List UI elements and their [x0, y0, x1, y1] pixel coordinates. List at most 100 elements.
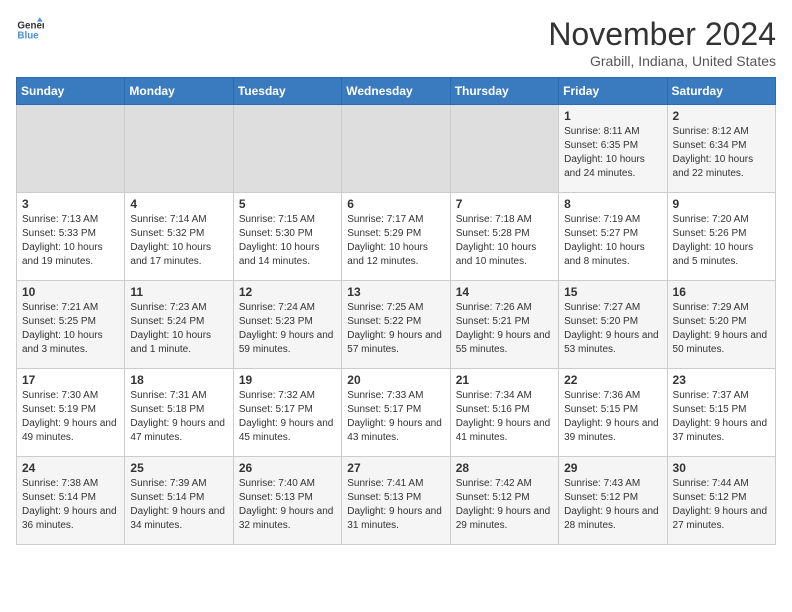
- calendar-week-3: 17 Sunrise: 7:30 AM Sunset: 5:19 PM Dayli…: [17, 369, 776, 457]
- day-info: Sunrise: 7:23 AM Sunset: 5:24 PM Dayligh…: [130, 301, 227, 357]
- calendar-cell: 14 Sunrise: 7:26 AM Sunset: 5:21 PM Dayli…: [450, 281, 558, 369]
- calendar-cell: 20 Sunrise: 7:33 AM Sunset: 5:17 PM Dayli…: [342, 369, 450, 457]
- day-info: Sunrise: 7:26 AM Sunset: 5:21 PM Dayligh…: [456, 301, 553, 357]
- day-number: 27: [347, 461, 444, 475]
- calendar-cell: 16Sunrise: 7:29 AM Sunset: 5:20 PM Dayli…: [667, 281, 775, 369]
- calendar-cell: 29 Sunrise: 7:43 AM Sunset: 5:12 PM Dayli…: [559, 457, 667, 545]
- day-info: Sunrise: 7:24 AM Sunset: 5:23 PM Dayligh…: [239, 301, 336, 357]
- day-number: 11: [130, 285, 227, 299]
- day-info: Sunrise: 7:41 AM Sunset: 5:13 PM Dayligh…: [347, 477, 444, 533]
- calendar-cell: 6 Sunrise: 7:17 AM Sunset: 5:29 PM Daylig…: [342, 193, 450, 281]
- day-info: Sunrise: 7:29 AM Sunset: 5:20 PM Dayligh…: [673, 301, 770, 357]
- day-info: Sunrise: 7:14 AM Sunset: 5:32 PM Dayligh…: [130, 213, 227, 269]
- calendar-cell: 13 Sunrise: 7:25 AM Sunset: 5:22 PM Dayli…: [342, 281, 450, 369]
- day-number: 8: [564, 197, 661, 211]
- calendar-cell: 3Sunrise: 7:13 AM Sunset: 5:33 PM Daylig…: [17, 193, 125, 281]
- calendar-cell: 21 Sunrise: 7:34 AM Sunset: 5:16 PM Dayli…: [450, 369, 558, 457]
- header-friday: Friday: [559, 78, 667, 105]
- day-number: 14: [456, 285, 553, 299]
- day-info: Sunrise: 7:33 AM Sunset: 5:17 PM Dayligh…: [347, 389, 444, 445]
- calendar-week-0: 1Sunrise: 8:11 AM Sunset: 6:35 PM Daylig…: [17, 105, 776, 193]
- day-info: Sunrise: 7:36 AM Sunset: 5:15 PM Dayligh…: [564, 389, 661, 445]
- calendar-subtitle: Grabill, Indiana, United States: [548, 53, 776, 69]
- day-info: Sunrise: 7:25 AM Sunset: 5:22 PM Dayligh…: [347, 301, 444, 357]
- day-number: 5: [239, 197, 336, 211]
- calendar-cell: 15 Sunrise: 7:27 AM Sunset: 5:20 PM Dayli…: [559, 281, 667, 369]
- day-info: Sunrise: 7:31 AM Sunset: 5:18 PM Dayligh…: [130, 389, 227, 445]
- header-saturday: Saturday: [667, 78, 775, 105]
- calendar-week-2: 10 Sunrise: 7:21 AM Sunset: 5:25 PM Dayli…: [17, 281, 776, 369]
- day-number: 13: [347, 285, 444, 299]
- day-info: Sunrise: 7:30 AM Sunset: 5:19 PM Dayligh…: [22, 389, 119, 445]
- day-number: 22: [564, 373, 661, 387]
- day-info: Sunrise: 7:40 AM Sunset: 5:13 PM Dayligh…: [239, 477, 336, 533]
- day-number: 21: [456, 373, 553, 387]
- calendar-cell: [125, 105, 233, 193]
- day-info: Sunrise: 7:39 AM Sunset: 5:14 PM Dayligh…: [130, 477, 227, 533]
- calendar-cell: 23 Sunrise: 7:37 AM Sunset: 5:15 PM Dayli…: [667, 369, 775, 457]
- calendar-cell: [233, 105, 341, 193]
- day-info: Sunrise: 7:20 AM Sunset: 5:26 PM Dayligh…: [673, 213, 770, 269]
- day-info: Sunrise: 7:38 AM Sunset: 5:14 PM Dayligh…: [22, 477, 119, 533]
- day-number: 26: [239, 461, 336, 475]
- logo-icon: General Blue: [16, 16, 44, 44]
- calendar-week-1: 3Sunrise: 7:13 AM Sunset: 5:33 PM Daylig…: [17, 193, 776, 281]
- day-info: Sunrise: 7:34 AM Sunset: 5:16 PM Dayligh…: [456, 389, 553, 445]
- day-info: Sunrise: 8:11 AM Sunset: 6:35 PM Dayligh…: [564, 125, 661, 181]
- calendar-table: Sunday Monday Tuesday Wednesday Thursday…: [16, 77, 776, 545]
- header-wednesday: Wednesday: [342, 78, 450, 105]
- day-info: Sunrise: 7:42 AM Sunset: 5:12 PM Dayligh…: [456, 477, 553, 533]
- weekday-header-row: Sunday Monday Tuesday Wednesday Thursday…: [17, 78, 776, 105]
- calendar-cell: [17, 105, 125, 193]
- day-info: Sunrise: 7:27 AM Sunset: 5:20 PM Dayligh…: [564, 301, 661, 357]
- header-sunday: Sunday: [17, 78, 125, 105]
- day-number: 12: [239, 285, 336, 299]
- svg-text:Blue: Blue: [17, 30, 39, 41]
- day-number: 18: [130, 373, 227, 387]
- day-info: Sunrise: 7:43 AM Sunset: 5:12 PM Dayligh…: [564, 477, 661, 533]
- calendar-cell: 12 Sunrise: 7:24 AM Sunset: 5:23 PM Dayli…: [233, 281, 341, 369]
- calendar-cell: 30 Sunrise: 7:44 AM Sunset: 5:12 PM Dayli…: [667, 457, 775, 545]
- day-number: 10: [22, 285, 119, 299]
- day-info: Sunrise: 7:15 AM Sunset: 5:30 PM Dayligh…: [239, 213, 336, 269]
- calendar-cell: 9 Sunrise: 7:20 AM Sunset: 5:26 PM Daylig…: [667, 193, 775, 281]
- calendar-cell: 22 Sunrise: 7:36 AM Sunset: 5:15 PM Dayli…: [559, 369, 667, 457]
- title-area: November 2024 Grabill, Indiana, United S…: [548, 16, 776, 69]
- calendar-title: November 2024: [548, 16, 776, 53]
- day-number: 7: [456, 197, 553, 211]
- day-info: Sunrise: 7:17 AM Sunset: 5:29 PM Dayligh…: [347, 213, 444, 269]
- header-monday: Monday: [125, 78, 233, 105]
- day-number: 9: [673, 197, 770, 211]
- calendar-cell: 18 Sunrise: 7:31 AM Sunset: 5:18 PM Dayli…: [125, 369, 233, 457]
- day-number: 29: [564, 461, 661, 475]
- day-info: Sunrise: 7:37 AM Sunset: 5:15 PM Dayligh…: [673, 389, 770, 445]
- logo: General Blue: [16, 16, 44, 44]
- calendar-cell: 1Sunrise: 8:11 AM Sunset: 6:35 PM Daylig…: [559, 105, 667, 193]
- calendar-cell: 10 Sunrise: 7:21 AM Sunset: 5:25 PM Dayli…: [17, 281, 125, 369]
- day-number: 23: [673, 373, 770, 387]
- calendar-cell: 8Sunrise: 7:19 AM Sunset: 5:27 PM Daylig…: [559, 193, 667, 281]
- day-number: 6: [347, 197, 444, 211]
- calendar-cell: 7 Sunrise: 7:18 AM Sunset: 5:28 PM Daylig…: [450, 193, 558, 281]
- day-info: Sunrise: 7:21 AM Sunset: 5:25 PM Dayligh…: [22, 301, 119, 357]
- day-number: 24: [22, 461, 119, 475]
- calendar-cell: 2Sunrise: 8:12 AM Sunset: 6:34 PM Daylig…: [667, 105, 775, 193]
- page-header: General Blue November 2024 Grabill, Indi…: [16, 16, 776, 69]
- calendar-cell: 27 Sunrise: 7:41 AM Sunset: 5:13 PM Dayli…: [342, 457, 450, 545]
- calendar-week-4: 24 Sunrise: 7:38 AM Sunset: 5:14 PM Dayli…: [17, 457, 776, 545]
- day-info: Sunrise: 7:44 AM Sunset: 5:12 PM Dayligh…: [673, 477, 770, 533]
- day-number: 20: [347, 373, 444, 387]
- calendar-cell: 17 Sunrise: 7:30 AM Sunset: 5:19 PM Dayli…: [17, 369, 125, 457]
- calendar-cell: 11 Sunrise: 7:23 AM Sunset: 5:24 PM Dayli…: [125, 281, 233, 369]
- day-number: 19: [239, 373, 336, 387]
- calendar-cell: 28Sunrise: 7:42 AM Sunset: 5:12 PM Dayli…: [450, 457, 558, 545]
- day-info: Sunrise: 7:13 AM Sunset: 5:33 PM Dayligh…: [22, 213, 119, 269]
- day-number: 2: [673, 109, 770, 123]
- day-info: Sunrise: 7:18 AM Sunset: 5:28 PM Dayligh…: [456, 213, 553, 269]
- header-thursday: Thursday: [450, 78, 558, 105]
- day-number: 15: [564, 285, 661, 299]
- day-number: 17: [22, 373, 119, 387]
- day-number: 4: [130, 197, 227, 211]
- calendar-cell: [342, 105, 450, 193]
- day-number: 30: [673, 461, 770, 475]
